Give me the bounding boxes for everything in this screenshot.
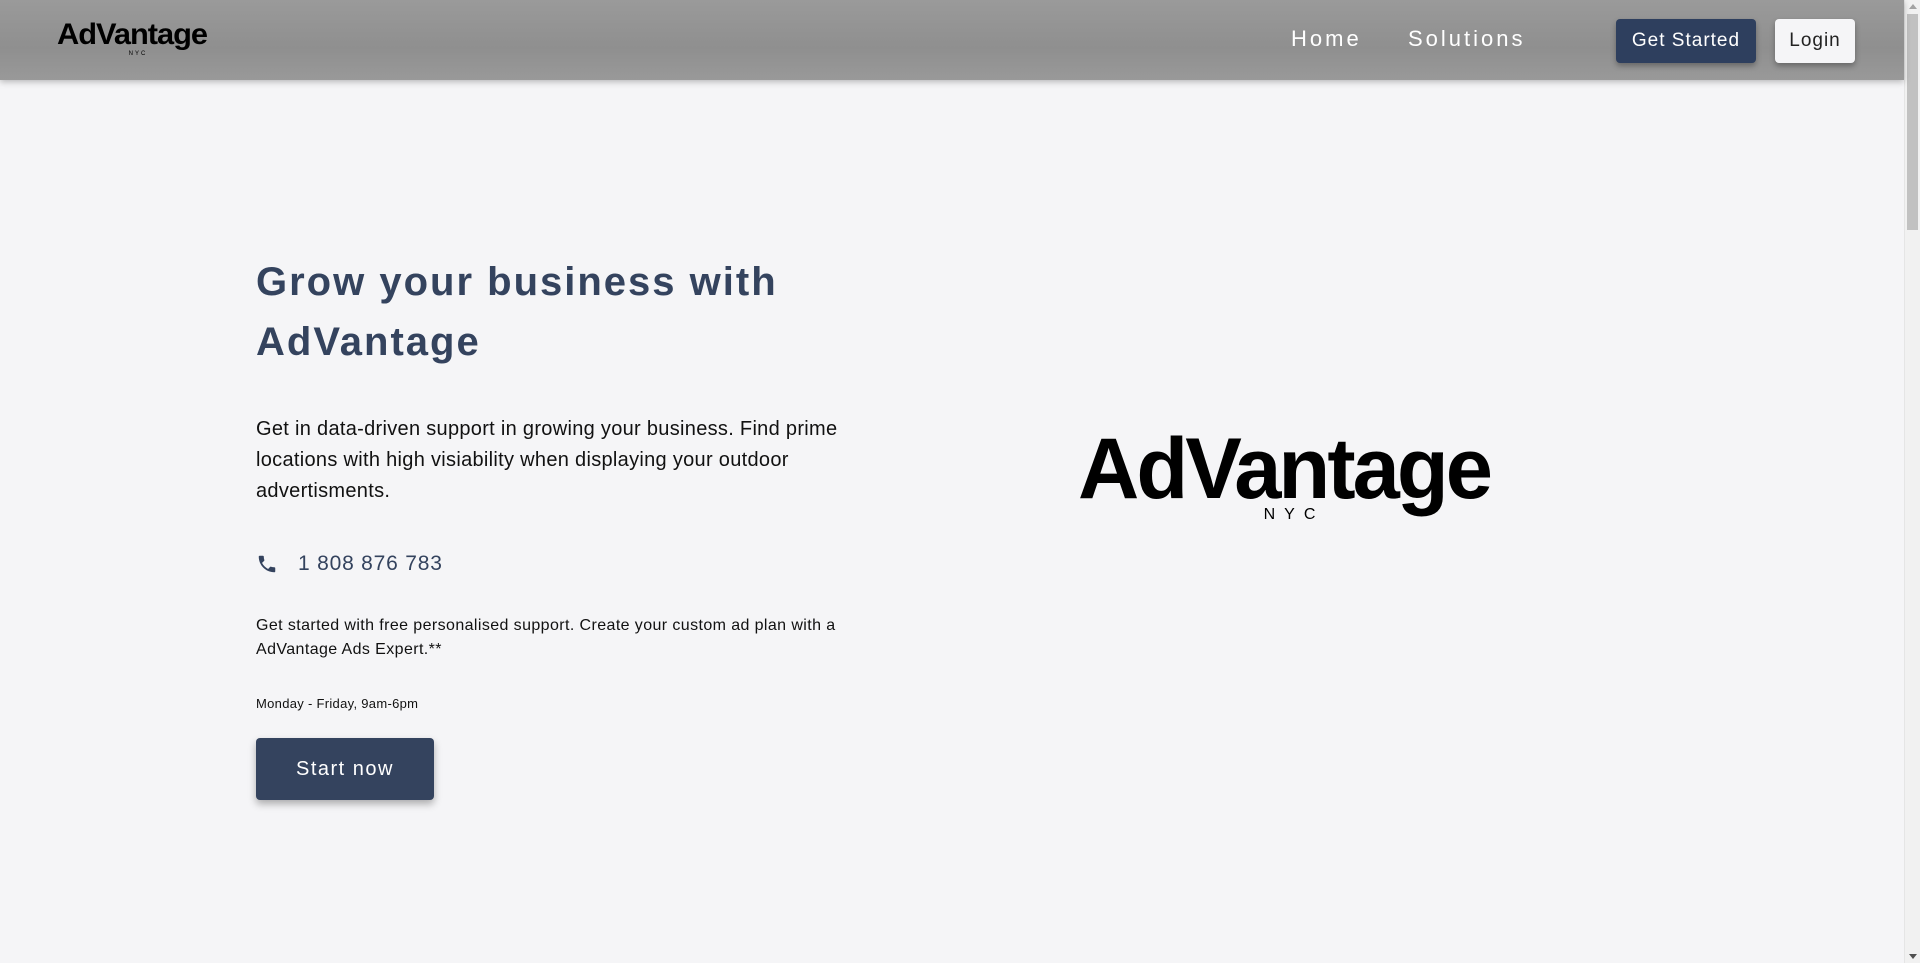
navbar: AdVantage NYC Home Solutions Get Started… [0,0,1904,80]
login-button[interactable]: Login [1775,19,1855,63]
start-now-button[interactable]: Start now [256,738,434,800]
phone-contact: 1 808 876 783 [256,550,443,578]
vertical-scrollbar[interactable] [1904,0,1920,963]
nav-link-home[interactable]: Home [1291,26,1362,52]
get-started-button[interactable]: Get Started [1616,19,1756,63]
hero-logo: AdVantage NYC [1078,421,1493,523]
phone-icon [258,555,276,573]
business-hours: Monday - Friday, 9am-6pm [256,696,419,711]
scroll-down-arrow-icon[interactable] [1909,954,1917,959]
scrollbar-thumb[interactable] [1907,14,1918,230]
brand-logo-subtext: NYC [129,51,148,57]
brand-logo-text: AdVantage [57,18,207,51]
hero-title: Grow your business with AdVantage [256,260,778,364]
page: AdVantage NYC Home Solutions Get Started… [0,0,1920,963]
hero-logo-subtext: NYC [1264,506,1325,523]
nav-link-solutions[interactable]: Solutions [1408,26,1526,52]
scroll-up-arrow-icon[interactable] [1909,4,1917,9]
hero-logo-text: AdVantage [1078,421,1490,517]
support-text: Get started with free personalised suppo… [256,617,836,658]
hero-description: Get in data-driven support in growing yo… [256,418,838,502]
brand-logo[interactable]: AdVantage NYC [56,18,208,58]
phone-number[interactable]: 1 808 876 783 [298,552,443,576]
